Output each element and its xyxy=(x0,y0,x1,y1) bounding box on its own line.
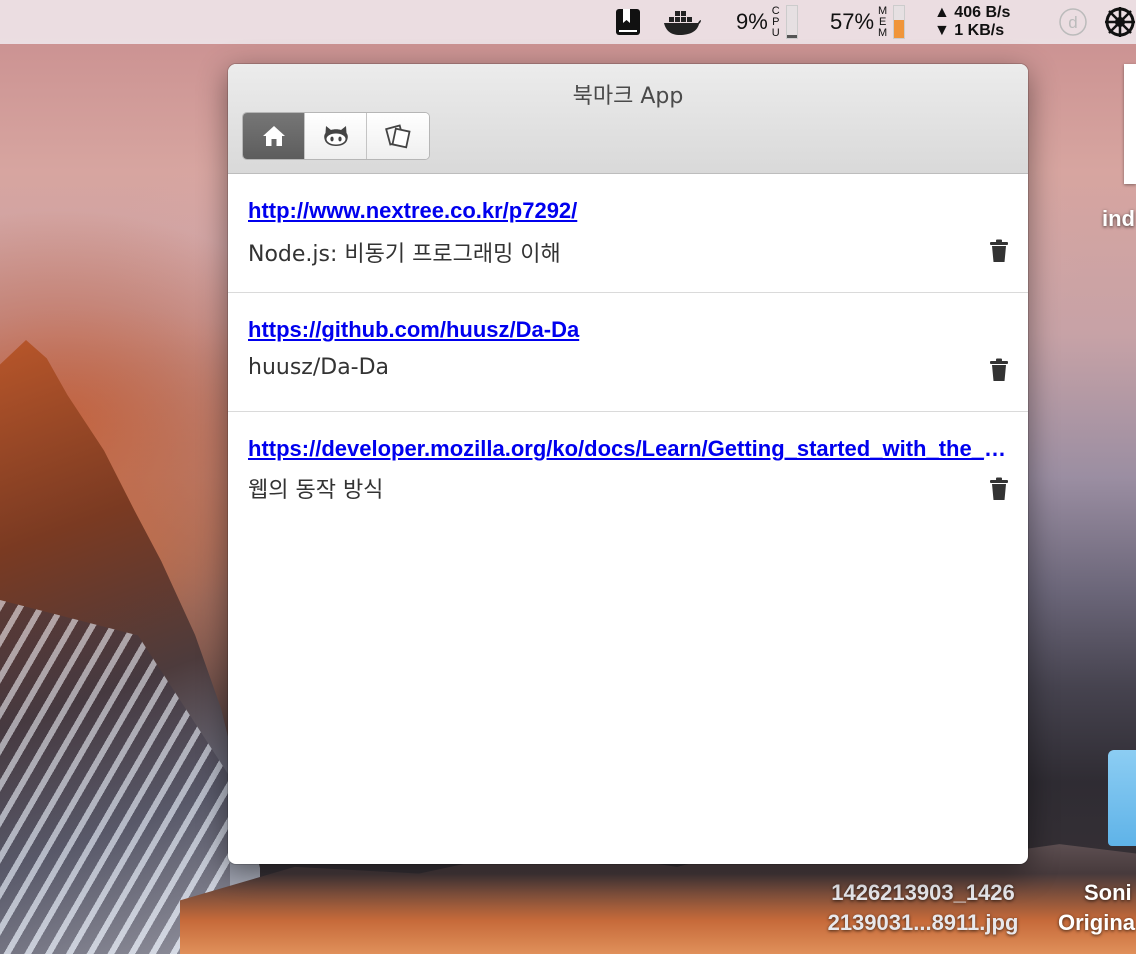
menu-bar: 9% C P U 57% M E M ▲ 406 B/s ▼ 1 KB/s d xyxy=(0,0,1136,44)
arrow-up-icon: ▲ xyxy=(934,4,950,21)
mem-usage-bar xyxy=(893,5,906,39)
mem-percent: 57% xyxy=(830,9,875,34)
folder-icon[interactable] xyxy=(1108,750,1136,846)
cpu-usage-fill xyxy=(786,35,797,38)
trash-icon xyxy=(990,477,1008,500)
trash-icon xyxy=(990,239,1008,262)
delete-bookmark-button[interactable] xyxy=(988,476,1010,502)
cpu-percent: 9% xyxy=(736,9,768,34)
network-monitor[interactable]: ▲ 406 B/s ▼ 1 KB/s xyxy=(934,0,1010,44)
window-titlebar: 북마크 App xyxy=(228,64,1028,174)
tab-cards[interactable] xyxy=(367,113,429,159)
desktop-file-label[interactable]: 1426213903_1426 2139031...8911.jpg xyxy=(810,878,1036,938)
desktop-file-thumbnail[interactable] xyxy=(1124,64,1136,184)
svg-text:d: d xyxy=(1068,13,1077,32)
list-item: http://www.nextree.co.kr/p7292/ Node.js:… xyxy=(228,174,1028,293)
list-item: https://github.com/huusz/Da-Da huusz/Da-… xyxy=(228,293,1028,412)
desktop-label-top[interactable]: ind xyxy=(1102,206,1135,232)
trash-icon xyxy=(990,358,1008,381)
cpu-label: C P U xyxy=(771,4,780,39)
bookmark-link[interactable]: https://developer.mozilla.org/ko/docs/Le… xyxy=(248,436,1008,462)
helm-wheel-icon[interactable] xyxy=(1104,0,1136,44)
cards-icon xyxy=(385,124,411,149)
desktop-folder-label[interactable]: Soni Origina xyxy=(1058,878,1135,938)
bookmark-app-icon[interactable] xyxy=(614,0,642,44)
bookmark-popup-window: 북마크 App http://www.nextree.co.kr/p7292/ … xyxy=(228,64,1028,864)
bookmark-title: huusz/Da-Da xyxy=(248,355,390,380)
net-up: 406 B/s xyxy=(954,4,1011,21)
dash-app-icon[interactable]: d xyxy=(1058,0,1088,44)
net-down: 1 KB/s xyxy=(954,22,1005,39)
home-icon xyxy=(262,126,285,146)
cpu-usage-bar xyxy=(785,5,798,39)
bookmark-link[interactable]: https://github.com/huusz/Da-Da xyxy=(248,317,1008,343)
bookmark-title: 웹의 동작 방식 xyxy=(248,478,384,503)
tab-home[interactable] xyxy=(243,113,305,159)
window-title: 북마크 App xyxy=(572,84,684,109)
bookmark-list: http://www.nextree.co.kr/p7292/ Node.js:… xyxy=(228,174,1028,531)
tab-github[interactable] xyxy=(305,113,367,159)
mem-label: M E M xyxy=(878,4,888,39)
docker-icon[interactable] xyxy=(662,0,702,44)
bookmark-link[interactable]: http://www.nextree.co.kr/p7292/ xyxy=(248,198,1008,224)
delete-bookmark-button[interactable] xyxy=(988,238,1010,264)
tab-segmented-control xyxy=(242,112,430,160)
cpu-monitor[interactable]: 9% C P U xyxy=(736,0,798,44)
github-octocat-icon xyxy=(323,126,348,146)
arrow-down-icon: ▼ xyxy=(934,22,950,39)
delete-bookmark-button[interactable] xyxy=(988,357,1010,383)
memory-monitor[interactable]: 57% M E M xyxy=(830,0,906,44)
bookmark-title: Node.js: 비동기 프로그래밍 이해 xyxy=(248,242,561,267)
list-item: https://developer.mozilla.org/ko/docs/Le… xyxy=(228,412,1028,531)
mem-usage-fill xyxy=(894,19,905,38)
